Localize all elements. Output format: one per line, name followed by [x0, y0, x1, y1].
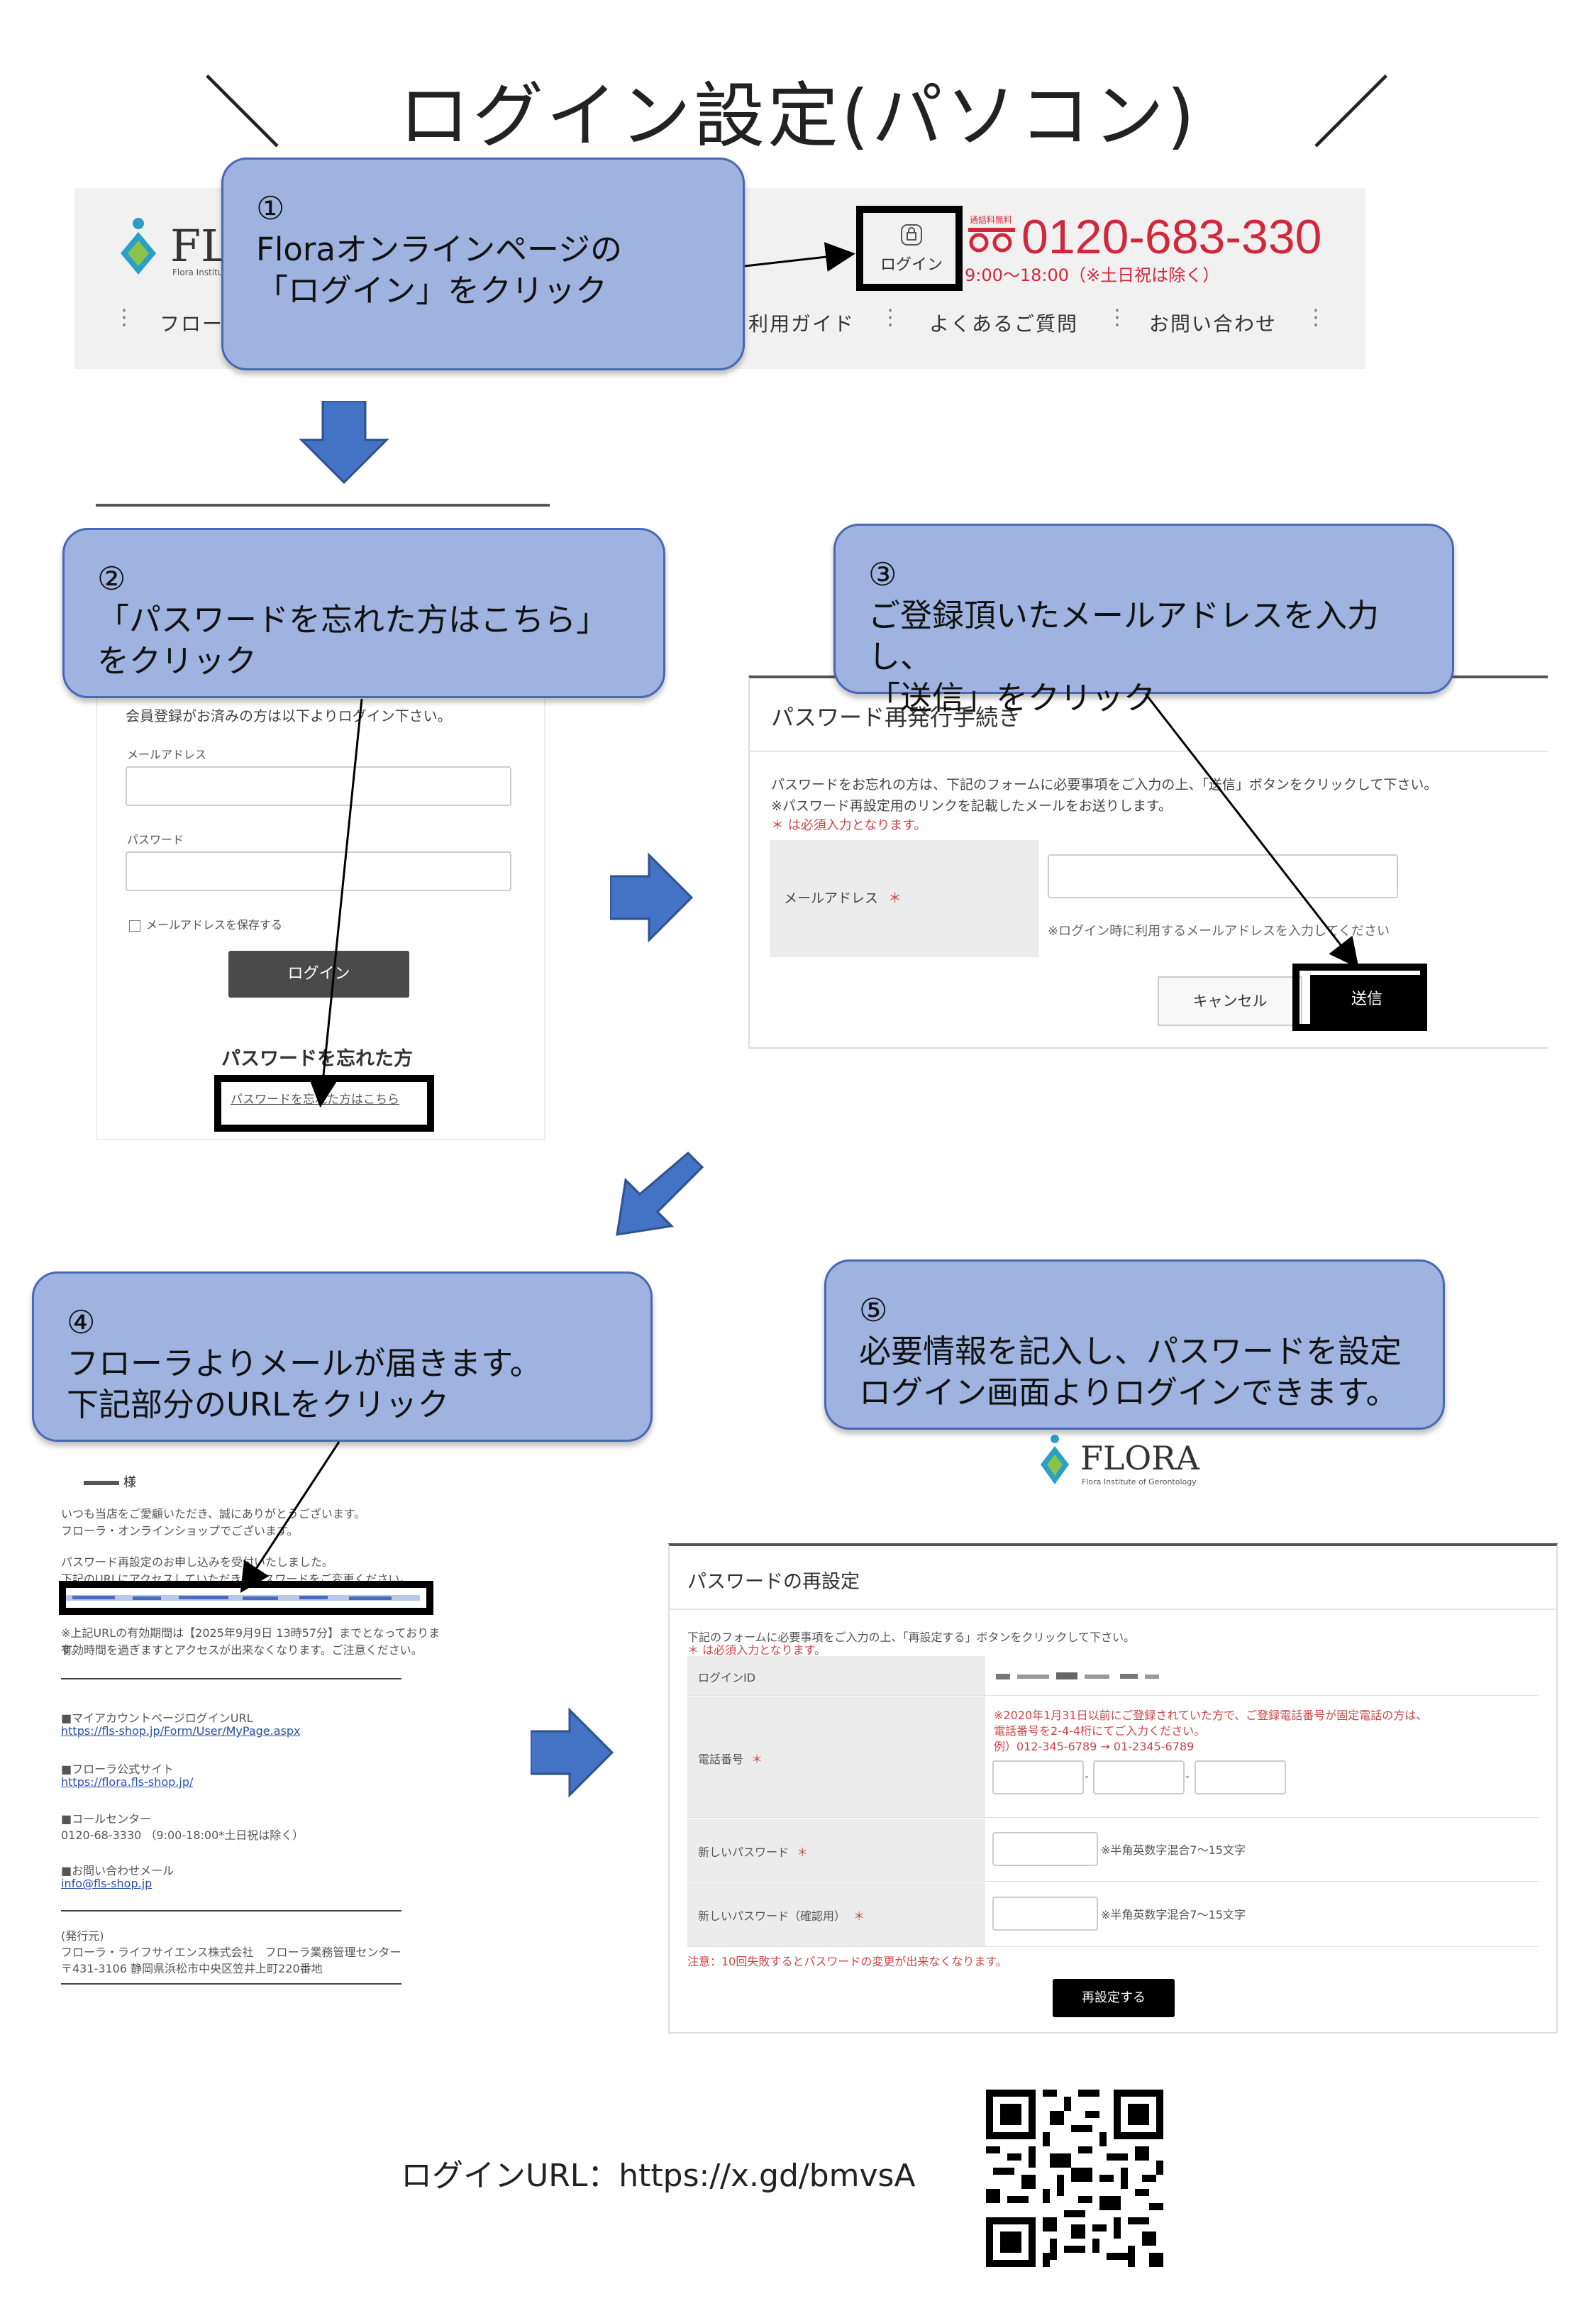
- pointer-line: [240, 1441, 340, 1594]
- phone-field-2[interactable]: [1093, 1760, 1185, 1794]
- official-url[interactable]: https://flora.fls-shop.jp/: [61, 1775, 193, 1789]
- new-password-field[interactable]: [992, 1832, 1098, 1866]
- qr-code-icon: [986, 2090, 1163, 2270]
- email-divider: [61, 1910, 401, 1911]
- row-divider: [687, 1695, 1539, 1696]
- confirm-pw-label-text: 新しいパスワード（確認用）: [698, 1909, 846, 1923]
- call-value: 0120-68-3330 （9:00-18:00*土日祝は除く）: [61, 1828, 304, 1842]
- phone-note3: 例）012-345-6789 → 01-2345-6789: [994, 1740, 1195, 1753]
- publisher1: フローラ・ライフサイエンス株式会社 フローラ業務管理センター: [61, 1946, 401, 1959]
- publisher-label: (発行元): [61, 1929, 104, 1943]
- phone-field-1[interactable]: [992, 1760, 1084, 1794]
- phone-dash: -: [1085, 1770, 1089, 1783]
- email-divider: [61, 1983, 401, 1985]
- new-pw-label-text: 新しいパスワード: [698, 1846, 789, 1859]
- call-label: ■コールセンター: [61, 1812, 152, 1826]
- confirm-pw-hint: ※半角英数字混合7〜15文字: [1101, 1908, 1246, 1921]
- email-divider: [61, 1678, 401, 1679]
- phone-dash: -: [1185, 1770, 1190, 1783]
- phone-field-3[interactable]: [1195, 1760, 1286, 1794]
- required-mark: ＊: [751, 1753, 763, 1766]
- reset-pw-warning: 注意：10回失敗するとパスワードの変更が出来なくなります。: [687, 1955, 1007, 1968]
- blurred-id-icon: [996, 1672, 1159, 1679]
- new-pw-label: 新しいパスワード ＊: [698, 1843, 808, 1860]
- publisher2: 〒431-3106 静岡県浜松市中央区笠井上町220番地: [61, 1962, 323, 1975]
- reset-pw-required: ＊ は必須入力となります。: [687, 1643, 826, 1657]
- mypage-url[interactable]: https://fls-shop.jp/Form/User/MyPage.asp…: [61, 1724, 300, 1738]
- login-id-label: ログインID: [698, 1671, 756, 1684]
- row-divider: [687, 1817, 1539, 1818]
- confirm-password-field[interactable]: [992, 1897, 1098, 1931]
- phone-label-text: 電話番号: [698, 1753, 744, 1766]
- phone-note1: ※2020年1月31日以前にご登録されていた方で、ご登録電話番号が固定電話の方は…: [994, 1709, 1428, 1722]
- reset-submit-label: 再設定する: [1082, 1990, 1146, 2005]
- right-arrow-icon: [531, 1706, 616, 1799]
- email-expiry2: 有効時間を過ぎますとアクセスが出来なくなります。ご注意ください。: [61, 1643, 423, 1657]
- reset-submit-button[interactable]: 再設定する: [1053, 1979, 1175, 2017]
- row-divider: [687, 1946, 1539, 1947]
- login-url-text: ログインURL：https://x.gd/bmvsA: [401, 2158, 916, 2194]
- official-label: ■フローラ公式サイト: [61, 1762, 174, 1776]
- required-mark: ＊: [853, 1909, 865, 1923]
- row-divider: [687, 1881, 1539, 1882]
- new-pw-hint: ※半角英数字混合7〜15文字: [1101, 1843, 1246, 1857]
- mail-value[interactable]: info@fls-shop.jp: [61, 1877, 152, 1890]
- login-id-value: [996, 1670, 1166, 1686]
- required-mark: ＊: [797, 1846, 809, 1859]
- phone-label: 電話番号 ＊: [698, 1750, 763, 1767]
- mail-label: ■お問い合わせメール: [61, 1864, 174, 1877]
- mypage-label: ■マイアカウントページログインURL: [61, 1711, 253, 1725]
- phone-note2: 電話番号を2-4-4桁にてご入力ください。: [994, 1724, 1206, 1738]
- confirm-pw-label: 新しいパスワード（確認用） ＊: [698, 1907, 865, 1924]
